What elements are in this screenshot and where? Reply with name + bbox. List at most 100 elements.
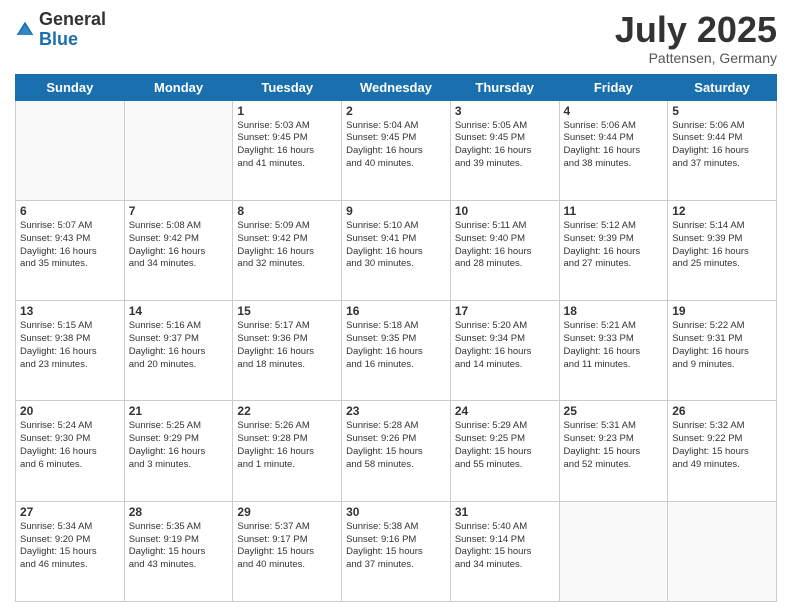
- day-number: 4: [564, 104, 664, 118]
- day-info: Sunrise: 5:14 AM Sunset: 9:39 PM Dayligh…: [672, 220, 772, 271]
- calendar-cell: 28 Sunrise: 5:35 AM Sunset: 9:19 PM Dayli…: [124, 501, 233, 601]
- week-row-2: 6 Sunrise: 5:07 AM Sunset: 9:43 PM Daylig…: [16, 200, 777, 300]
- calendar-cell: 26 Sunrise: 5:32 AM Sunset: 9:22 PM Dayli…: [668, 401, 777, 501]
- day-info: Sunrise: 5:06 AM Sunset: 9:44 PM Dayligh…: [564, 120, 664, 171]
- day-header-thursday: Thursday: [450, 74, 559, 100]
- day-info: Sunrise: 5:07 AM Sunset: 9:43 PM Dayligh…: [20, 220, 120, 271]
- logo-text: General Blue: [39, 10, 106, 50]
- calendar-cell: 17 Sunrise: 5:20 AM Sunset: 9:34 PM Dayli…: [450, 301, 559, 401]
- day-info: Sunrise: 5:20 AM Sunset: 9:34 PM Dayligh…: [455, 320, 555, 371]
- calendar-cell: 16 Sunrise: 5:18 AM Sunset: 9:35 PM Dayli…: [342, 301, 451, 401]
- location-subtitle: Pattensen, Germany: [615, 50, 777, 66]
- day-number: 11: [564, 204, 664, 218]
- month-title: July 2025: [615, 10, 777, 50]
- day-number: 30: [346, 505, 446, 519]
- day-number: 29: [237, 505, 337, 519]
- calendar-cell: 20Sunrise: 5:24 AM Sunset: 9:30 PM Dayli…: [16, 401, 125, 501]
- day-info: Sunrise: 5:26 AM Sunset: 9:28 PM Dayligh…: [237, 420, 337, 471]
- day-number: 10: [455, 204, 555, 218]
- calendar-cell: 4 Sunrise: 5:06 AM Sunset: 9:44 PM Daylig…: [559, 100, 668, 200]
- day-info: Sunrise: 5:04 AM Sunset: 9:45 PM Dayligh…: [346, 120, 446, 171]
- day-info: Sunrise: 5:34 AM Sunset: 9:20 PM Dayligh…: [20, 521, 120, 572]
- calendar-body: 1Sunrise: 5:03 AM Sunset: 9:45 PM Daylig…: [16, 100, 777, 601]
- day-number: 3: [455, 104, 555, 118]
- day-number: 20: [20, 404, 120, 418]
- calendar-cell: 22 Sunrise: 5:26 AM Sunset: 9:28 PM Dayli…: [233, 401, 342, 501]
- calendar-cell: 30Sunrise: 5:38 AM Sunset: 9:16 PM Dayli…: [342, 501, 451, 601]
- calendar-cell: 2 Sunrise: 5:04 AM Sunset: 9:45 PM Daylig…: [342, 100, 451, 200]
- day-number: 23: [346, 404, 446, 418]
- day-number: 21: [129, 404, 229, 418]
- logo: General Blue: [15, 10, 106, 50]
- day-number: 6: [20, 204, 120, 218]
- calendar-cell: 8 Sunrise: 5:09 AM Sunset: 9:42 PM Daylig…: [233, 200, 342, 300]
- day-number: 27: [20, 505, 120, 519]
- day-number: 8: [237, 204, 337, 218]
- day-info: Sunrise: 5:28 AM Sunset: 9:26 PM Dayligh…: [346, 420, 446, 471]
- day-info: Sunrise: 5:09 AM Sunset: 9:42 PM Dayligh…: [237, 220, 337, 271]
- calendar-cell: 14 Sunrise: 5:16 AM Sunset: 9:37 PM Dayli…: [124, 301, 233, 401]
- calendar-cell: 23 Sunrise: 5:28 AM Sunset: 9:26 PM Dayli…: [342, 401, 451, 501]
- calendar-cell: 10Sunrise: 5:11 AM Sunset: 9:40 PM Dayli…: [450, 200, 559, 300]
- header: General Blue July 2025 Pattensen, German…: [15, 10, 777, 66]
- calendar-cell: 18 Sunrise: 5:21 AM Sunset: 9:33 PM Dayli…: [559, 301, 668, 401]
- calendar-cell: 3 Sunrise: 5:05 AM Sunset: 9:45 PM Daylig…: [450, 100, 559, 200]
- calendar-cell: 27 Sunrise: 5:34 AM Sunset: 9:20 PM Dayli…: [16, 501, 125, 601]
- title-area: July 2025 Pattensen, Germany: [615, 10, 777, 66]
- day-number: 25: [564, 404, 664, 418]
- day-info: Sunrise: 5:10 AM Sunset: 9:41 PM Dayligh…: [346, 220, 446, 271]
- day-info: Sunrise: 5:22 AM Sunset: 9:31 PM Dayligh…: [672, 320, 772, 371]
- day-info: Sunrise: 5:25 AM Sunset: 9:29 PM Dayligh…: [129, 420, 229, 471]
- week-row-4: 20Sunrise: 5:24 AM Sunset: 9:30 PM Dayli…: [16, 401, 777, 501]
- day-info: Sunrise: 5:32 AM Sunset: 9:22 PM Dayligh…: [672, 420, 772, 471]
- day-number: 22: [237, 404, 337, 418]
- calendar-cell: 24 Sunrise: 5:29 AM Sunset: 9:25 PM Dayli…: [450, 401, 559, 501]
- calendar-cell: 6 Sunrise: 5:07 AM Sunset: 9:43 PM Daylig…: [16, 200, 125, 300]
- calendar-cell: 31Sunrise: 5:40 AM Sunset: 9:14 PM Dayli…: [450, 501, 559, 601]
- calendar-cell: 12Sunrise: 5:14 AM Sunset: 9:39 PM Dayli…: [668, 200, 777, 300]
- day-number: 5: [672, 104, 772, 118]
- day-number: 16: [346, 304, 446, 318]
- calendar-cell: [559, 501, 668, 601]
- calendar-header: SundayMondayTuesdayWednesdayThursdayFrid…: [16, 74, 777, 100]
- day-number: 26: [672, 404, 772, 418]
- calendar-cell: [124, 100, 233, 200]
- day-number: 24: [455, 404, 555, 418]
- calendar-cell: 7Sunrise: 5:08 AM Sunset: 9:42 PM Daylig…: [124, 200, 233, 300]
- week-row-5: 27 Sunrise: 5:34 AM Sunset: 9:20 PM Dayli…: [16, 501, 777, 601]
- day-info: Sunrise: 5:35 AM Sunset: 9:19 PM Dayligh…: [129, 521, 229, 572]
- day-info: Sunrise: 5:29 AM Sunset: 9:25 PM Dayligh…: [455, 420, 555, 471]
- day-number: 1: [237, 104, 337, 118]
- calendar-cell: 15Sunrise: 5:17 AM Sunset: 9:36 PM Dayli…: [233, 301, 342, 401]
- day-number: 2: [346, 104, 446, 118]
- day-number: 9: [346, 204, 446, 218]
- calendar-cell: 13Sunrise: 5:15 AM Sunset: 9:38 PM Dayli…: [16, 301, 125, 401]
- day-info: Sunrise: 5:12 AM Sunset: 9:39 PM Dayligh…: [564, 220, 664, 271]
- day-info: Sunrise: 5:21 AM Sunset: 9:33 PM Dayligh…: [564, 320, 664, 371]
- calendar-cell: [16, 100, 125, 200]
- calendar: SundayMondayTuesdayWednesdayThursdayFrid…: [15, 74, 777, 602]
- day-header-friday: Friday: [559, 74, 668, 100]
- day-info: Sunrise: 5:08 AM Sunset: 9:42 PM Dayligh…: [129, 220, 229, 271]
- day-number: 17: [455, 304, 555, 318]
- day-number: 14: [129, 304, 229, 318]
- day-header-monday: Monday: [124, 74, 233, 100]
- day-header-wednesday: Wednesday: [342, 74, 451, 100]
- day-number: 28: [129, 505, 229, 519]
- page: General Blue July 2025 Pattensen, German…: [0, 0, 792, 612]
- day-info: Sunrise: 5:18 AM Sunset: 9:35 PM Dayligh…: [346, 320, 446, 371]
- day-info: Sunrise: 5:40 AM Sunset: 9:14 PM Dayligh…: [455, 521, 555, 572]
- calendar-cell: 19Sunrise: 5:22 AM Sunset: 9:31 PM Dayli…: [668, 301, 777, 401]
- calendar-cell: 29Sunrise: 5:37 AM Sunset: 9:17 PM Dayli…: [233, 501, 342, 601]
- calendar-cell: 1Sunrise: 5:03 AM Sunset: 9:45 PM Daylig…: [233, 100, 342, 200]
- day-number: 18: [564, 304, 664, 318]
- calendar-cell: 5Sunrise: 5:06 AM Sunset: 9:44 PM Daylig…: [668, 100, 777, 200]
- day-header-sunday: Sunday: [16, 74, 125, 100]
- day-header-saturday: Saturday: [668, 74, 777, 100]
- calendar-cell: 21 Sunrise: 5:25 AM Sunset: 9:29 PM Dayli…: [124, 401, 233, 501]
- day-info: Sunrise: 5:16 AM Sunset: 9:37 PM Dayligh…: [129, 320, 229, 371]
- logo-general: General: [39, 10, 106, 30]
- days-header-row: SundayMondayTuesdayWednesdayThursdayFrid…: [16, 74, 777, 100]
- day-info: Sunrise: 5:17 AM Sunset: 9:36 PM Dayligh…: [237, 320, 337, 371]
- day-info: Sunrise: 5:05 AM Sunset: 9:45 PM Dayligh…: [455, 120, 555, 171]
